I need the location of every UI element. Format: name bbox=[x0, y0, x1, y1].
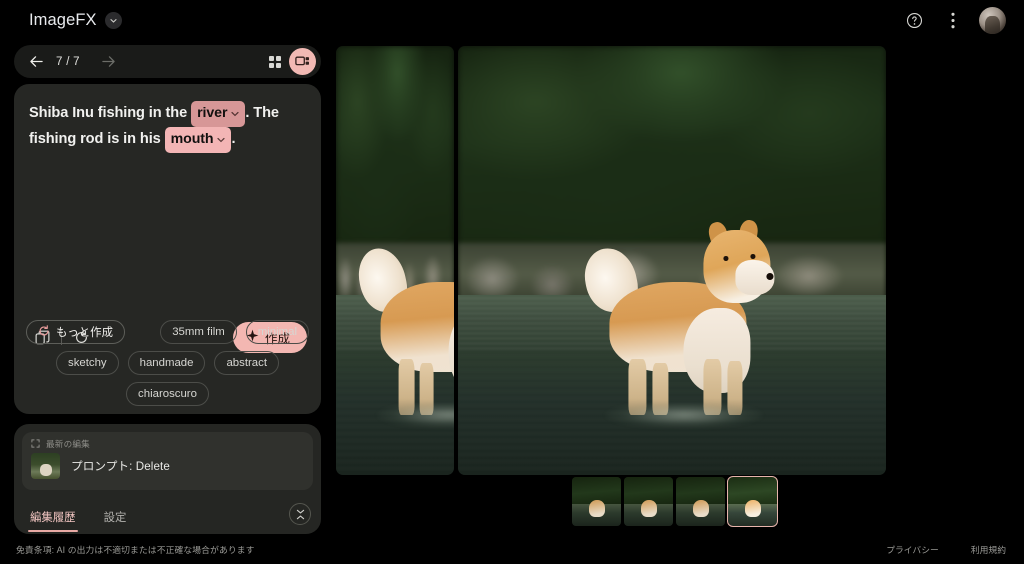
brand[interactable]: ImageFX bbox=[29, 11, 122, 30]
style-chip-label: chiaroscuro bbox=[138, 388, 197, 400]
prompt-editor[interactable]: Shiba Inu fishing in the river . The fis… bbox=[29, 101, 307, 153]
imagefx-app: ImageFX 7 / 7 Shiba Inu fishing in the r… bbox=[0, 0, 1024, 564]
tab-edit-history[interactable]: 編集履歴 bbox=[28, 509, 78, 534]
style-chip-label: sketchy bbox=[68, 357, 107, 369]
thumbnail-variant-2[interactable] bbox=[624, 477, 673, 526]
footer: 免責条項: AI の出力は不適切または不正確な場合があります プライバシー 利用… bbox=[0, 534, 1024, 564]
chevron-down-icon bbox=[231, 102, 239, 125]
scene-dog bbox=[579, 218, 778, 433]
history-entry[interactable]: プロンプト: Delete bbox=[31, 453, 304, 479]
history-card: 最新の編集 プロンプト: Delete 編集履歴 設定 bbox=[14, 424, 321, 534]
footer-links: プライバシー 利用規約 bbox=[886, 543, 1006, 556]
help-circle-icon[interactable] bbox=[901, 7, 927, 33]
style-chip-35mm-film[interactable]: 35mm film bbox=[160, 320, 237, 344]
style-chip-label: もっと作成 bbox=[56, 327, 113, 339]
image-counter: 7 / 7 bbox=[56, 55, 80, 68]
disclaimer-text: 免責条項: AI の出力は不適切または不正確な場合があります bbox=[16, 544, 255, 555]
prompt-chip-river[interactable]: river bbox=[191, 101, 246, 127]
top-bar: ImageFX bbox=[0, 0, 1024, 40]
history-thumbnail bbox=[31, 453, 60, 479]
scene-dog bbox=[353, 218, 454, 433]
style-chip-more[interactable]: もっと作成 bbox=[26, 320, 125, 344]
style-chip-chiaroscuro[interactable]: chiaroscuro bbox=[126, 382, 209, 406]
style-chip-minimal[interactable]: minimal bbox=[245, 320, 309, 344]
style-chip-label: handmade bbox=[139, 357, 194, 369]
avatar[interactable] bbox=[979, 6, 1006, 34]
collapse-icon[interactable] bbox=[289, 503, 311, 525]
prompt-chip-mouth-label: mouth bbox=[170, 131, 214, 147]
style-chip-label: minimal bbox=[257, 326, 297, 338]
history-entry-label: プロンプト: Delete bbox=[71, 460, 170, 473]
image-panel-right[interactable] bbox=[458, 46, 886, 475]
thumbnail-strip bbox=[572, 476, 778, 527]
more-vertical-icon[interactable] bbox=[940, 7, 966, 33]
prompt-chip-river-label: river bbox=[197, 105, 228, 121]
thumbnail-variant-4[interactable] bbox=[727, 476, 778, 527]
history-section-header: 最新の編集 bbox=[31, 438, 304, 450]
compare-view-icon[interactable] bbox=[289, 48, 316, 75]
generated-image-current bbox=[458, 46, 886, 475]
history-latest-block: 最新の編集 プロンプト: Delete bbox=[22, 432, 313, 490]
panel-tabs: 編集履歴 設定 bbox=[14, 494, 321, 534]
thumbnail-variant-1[interactable] bbox=[572, 477, 621, 526]
chevron-down-icon bbox=[217, 128, 226, 151]
app-title: ImageFX bbox=[29, 10, 97, 29]
topbar-actions bbox=[901, 6, 1006, 34]
style-chip-handmade[interactable]: handmade bbox=[127, 351, 206, 375]
expand-icon bbox=[31, 438, 40, 450]
prompt-chip-mouth[interactable]: mouth bbox=[164, 127, 232, 153]
arrow-right-icon[interactable] bbox=[96, 49, 122, 75]
prompt-text-part1: Shiba Inu fishing in the bbox=[29, 105, 192, 121]
style-chip-list: もっと作成 35mm film minimal sketchy handmade… bbox=[14, 320, 321, 406]
privacy-link[interactable]: プライバシー bbox=[886, 543, 939, 556]
grid-view-icon[interactable] bbox=[261, 48, 288, 75]
refresh-icon bbox=[38, 324, 50, 340]
terms-link[interactable]: 利用規約 bbox=[971, 543, 1006, 556]
style-chip-label: abstract bbox=[226, 357, 267, 369]
generated-image-previous bbox=[336, 46, 454, 475]
prompt-card: Shiba Inu fishing in the river . The fis… bbox=[14, 84, 321, 414]
prompt-text-part3: . bbox=[231, 131, 236, 147]
history-section-label: 最新の編集 bbox=[46, 439, 90, 449]
thumbnail-variant-3[interactable] bbox=[676, 477, 725, 526]
style-chip-abstract[interactable]: abstract bbox=[214, 351, 279, 375]
view-toggle-group bbox=[261, 48, 316, 75]
arrow-left-icon[interactable] bbox=[23, 49, 49, 75]
image-panel-left[interactable] bbox=[336, 46, 454, 475]
tab-settings[interactable]: 設定 bbox=[104, 509, 127, 534]
chevron-down-icon[interactable] bbox=[104, 11, 122, 29]
image-navigation-bar: 7 / 7 bbox=[14, 45, 321, 78]
style-chip-label: 35mm film bbox=[172, 326, 225, 338]
style-chip-sketchy[interactable]: sketchy bbox=[56, 351, 119, 375]
